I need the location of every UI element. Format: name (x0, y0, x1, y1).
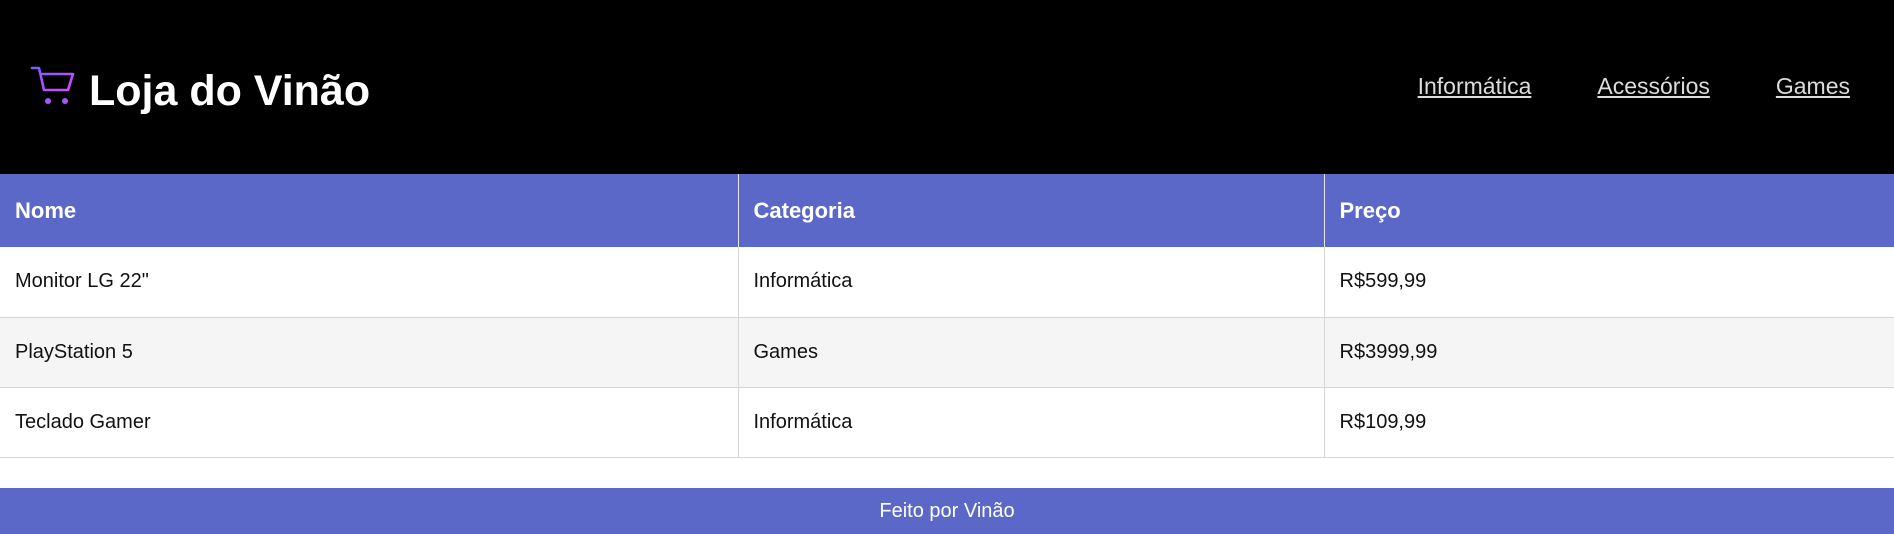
table-header-row: Nome Categoria Preço (0, 174, 1894, 247)
table-row: Monitor LG 22" Informática R$599,99 (0, 247, 1894, 318)
table-row: PlayStation 5 Games R$3999,99 (0, 317, 1894, 388)
site-footer: Feito por Vinão (0, 488, 1894, 534)
product-category: Games (738, 317, 1325, 388)
product-name: Monitor LG 22" (0, 247, 739, 318)
brand-title: Loja do Vinão (89, 67, 371, 115)
product-price: R$3999,99 (1324, 317, 1894, 388)
nav-link-games[interactable]: Games (1776, 71, 1850, 101)
product-price: R$599,99 (1324, 247, 1894, 318)
product-name: Teclado Gamer (0, 387, 739, 458)
column-header-nome: Nome (0, 174, 739, 247)
product-name: PlayStation 5 (0, 317, 739, 388)
table-row: Teclado Gamer Informática R$109,99 (0, 387, 1894, 458)
shopping-cart-icon (30, 66, 75, 104)
product-price: R$109,99 (1324, 387, 1894, 458)
products-table-container: Nome Categoria Preço Monitor LG 22" Info… (0, 174, 1894, 458)
product-category: Informática (738, 247, 1325, 318)
products-table: Nome Categoria Preço Monitor LG 22" Info… (0, 174, 1894, 458)
main-nav: Informática Acessórios Games (1418, 71, 1850, 101)
nav-link-informatica[interactable]: Informática (1418, 71, 1532, 101)
logo[interactable] (30, 64, 78, 108)
site-header: Loja do Vinão Informática Acessórios Gam… (0, 0, 1894, 174)
nav-link-acessorios[interactable]: Acessórios (1597, 71, 1709, 101)
column-header-categoria: Categoria (738, 174, 1325, 247)
column-header-preco: Preço (1324, 174, 1894, 247)
product-category: Informática (738, 387, 1325, 458)
